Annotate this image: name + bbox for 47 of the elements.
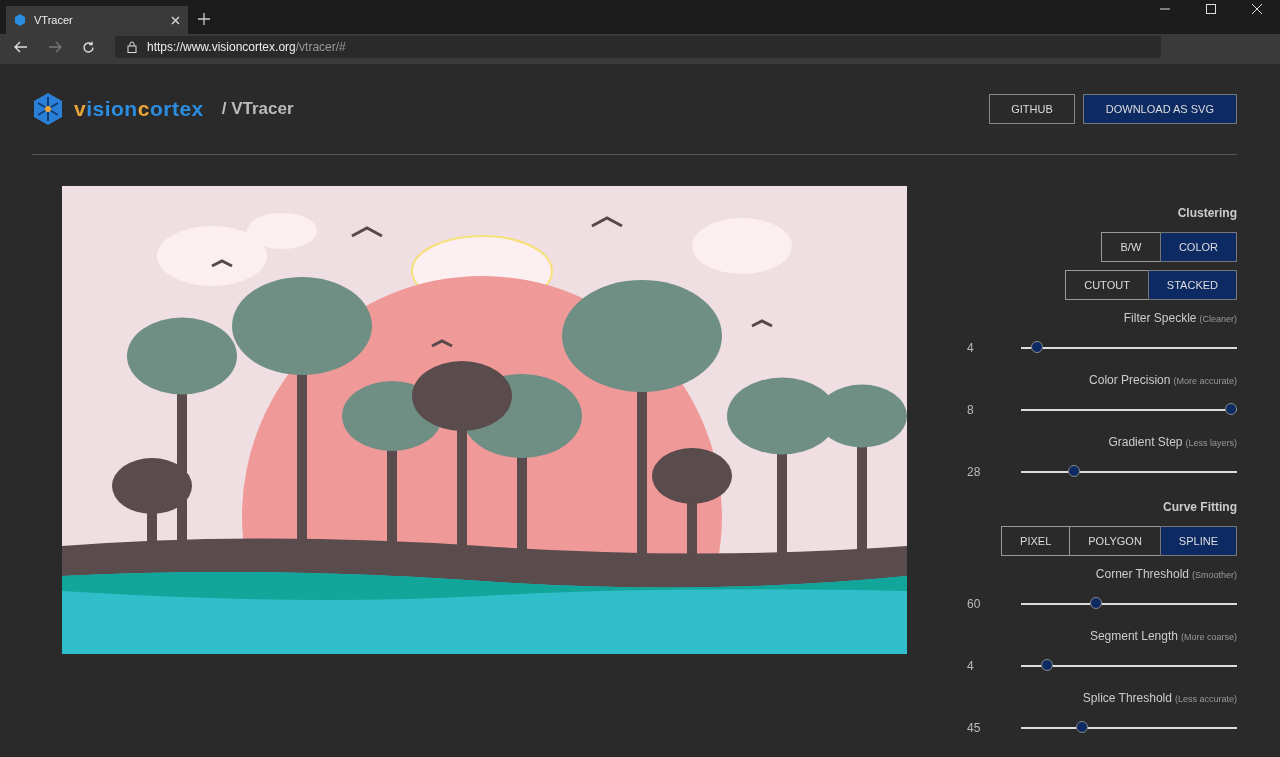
forward-arrow-icon[interactable] [48, 41, 62, 53]
slider-label: Gradient Step [1108, 435, 1183, 449]
mode-option[interactable]: PIXEL [1001, 526, 1071, 556]
plus-icon[interactable] [198, 13, 210, 25]
slider-label: Corner Threshold [1095, 567, 1189, 581]
slider-value: 4 [966, 659, 975, 673]
slider-thumb[interactable] [1090, 597, 1103, 609]
mode-option[interactable]: COLOR [1159, 232, 1237, 262]
slider-value: 60 [966, 597, 982, 611]
slider-value: 8 [966, 403, 975, 417]
github-button[interactable]: GITHUB [989, 94, 1075, 124]
slider-value: 4 [966, 341, 975, 355]
slider-hint: (Less accurate) [1174, 694, 1237, 704]
slider-thumb[interactable] [1031, 341, 1044, 353]
lock-icon [127, 41, 137, 53]
back-arrow-icon[interactable] [14, 41, 28, 53]
slider-hint: (Smoother) [1192, 570, 1237, 580]
slider-value: 28 [966, 465, 982, 479]
reload-icon[interactable] [82, 40, 95, 54]
tab-title: VTracer [34, 14, 74, 26]
slider-label: Filter Speckle [1123, 311, 1197, 325]
slider-thumb[interactable] [1067, 465, 1080, 477]
slider-thumb[interactable] [1225, 403, 1237, 415]
slider-hint: (Cleaner) [1199, 314, 1237, 324]
hexagon-logo-icon [14, 14, 26, 26]
slider-label: Color Precision [1089, 373, 1171, 387]
slider-label: Splice Threshold [1082, 691, 1172, 705]
logo-wordmark: visioncortex [74, 97, 204, 121]
close-icon[interactable] [171, 15, 180, 25]
section-heading: Clustering [1177, 206, 1237, 220]
slider-thumb[interactable] [1041, 659, 1054, 671]
slider-label: Segment Length [1089, 629, 1178, 643]
mode-option[interactable]: STACKED [1147, 270, 1237, 300]
address-field[interactable]: https://www.visioncortex.org/vtracer/# [115, 36, 1161, 58]
snowflake-hexagon-logo-icon [32, 92, 64, 126]
section-heading: Curve Fitting [1163, 500, 1237, 514]
close-icon[interactable] [1252, 4, 1262, 14]
slider-hint: (Less layers) [1185, 438, 1237, 448]
slider-value: 45 [966, 721, 982, 735]
app-title: / VTracer [221, 99, 294, 119]
maximize-icon[interactable] [1206, 4, 1216, 14]
slider-thumb[interactable] [1076, 721, 1089, 733]
mode-option[interactable]: SPLINE [1159, 526, 1237, 556]
download-button[interactable]: DOWNLOAD AS SVG [1082, 94, 1237, 124]
browser-tab[interactable]: VTracer [6, 6, 188, 34]
slider-hint: (More accurate) [1173, 376, 1237, 386]
slider-hint: (More coarse) [1181, 632, 1237, 642]
